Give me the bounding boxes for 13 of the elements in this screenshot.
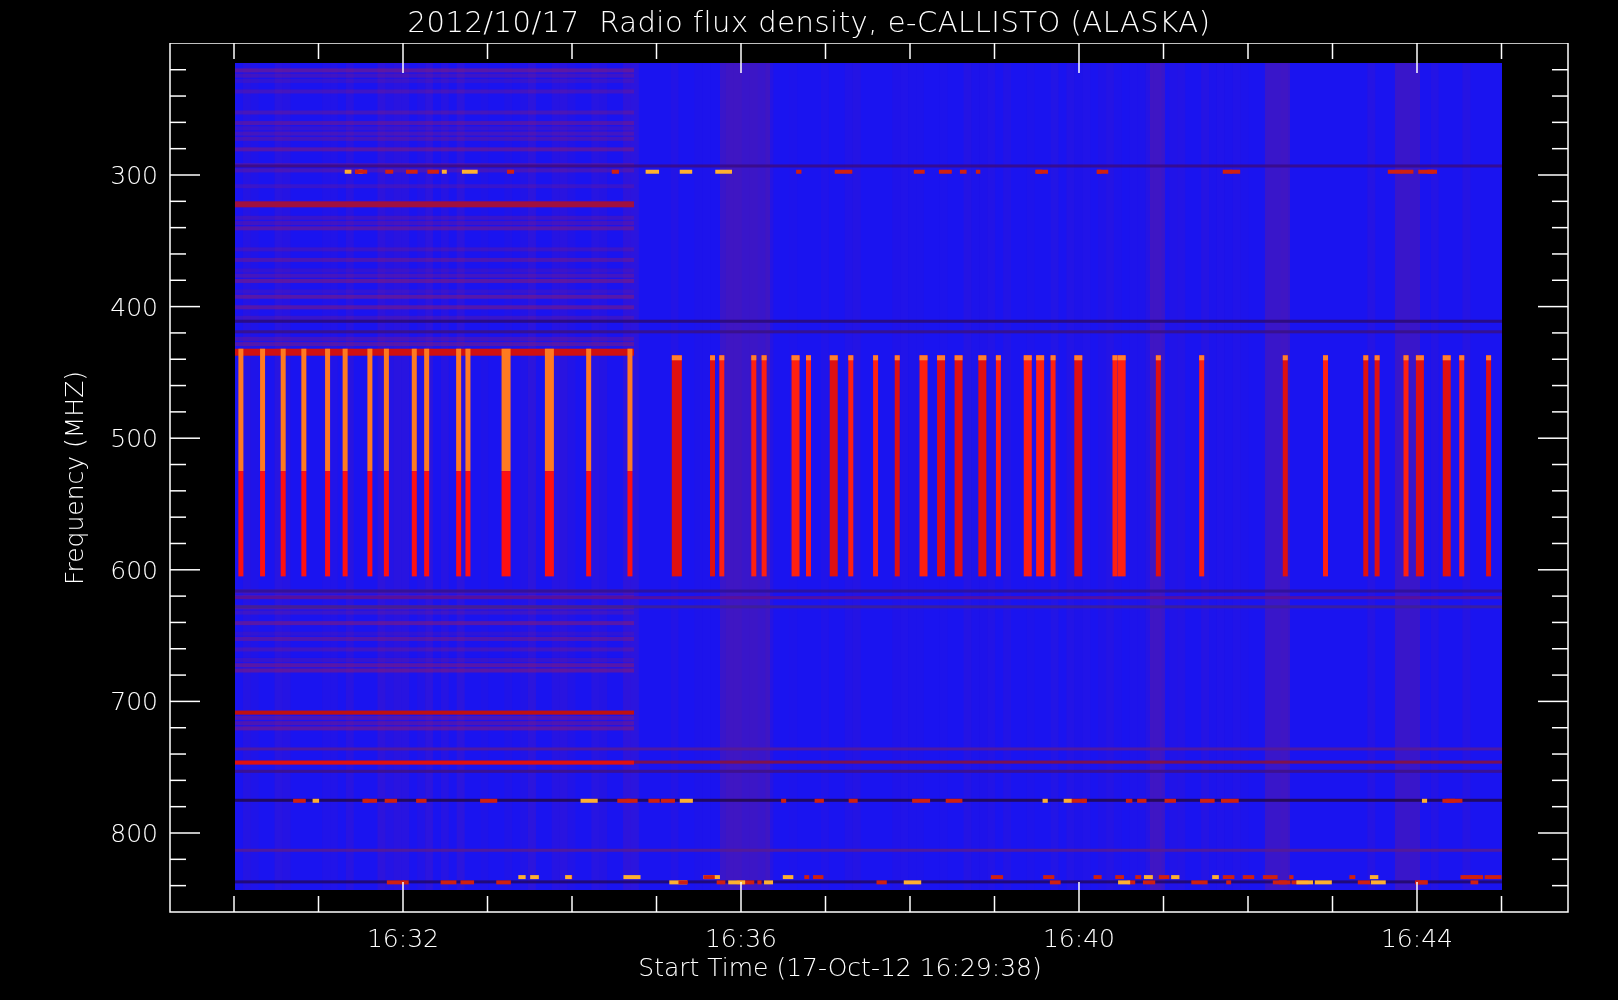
x-tick-label: 16:44 xyxy=(1381,924,1453,953)
y-tick-label: 600 xyxy=(110,555,158,585)
x-tick-label: 16:40 xyxy=(1043,924,1115,953)
y-tick-label: 400 xyxy=(110,292,158,322)
y-tick-label: 500 xyxy=(110,424,158,454)
chart-title: 2012/10/17 Radio flux density, e-CALLISTO (ALASKA) xyxy=(406,3,1212,41)
y-tick-label: 300 xyxy=(110,161,158,190)
x-tick-label: 16:36 xyxy=(705,924,777,953)
y-tick-label: 700 xyxy=(110,687,158,717)
y-axis-label: Frequency (MHZ) xyxy=(60,370,89,586)
x-axis-label: Start Time (17-Oct-12 16:29:38) xyxy=(638,953,1042,982)
x-tick-label: 16:32 xyxy=(367,924,439,953)
y-tick-label: 800 xyxy=(110,819,158,848)
